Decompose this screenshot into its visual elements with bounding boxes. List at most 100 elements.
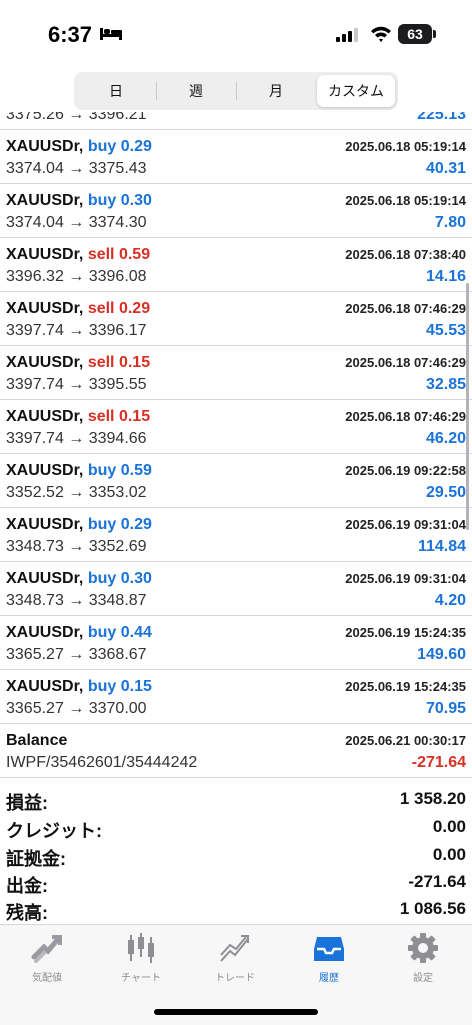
trade-row[interactable]: XAUUSDr, sell 0.15 2025.06.18 07:46:29 339… bbox=[0, 400, 472, 454]
trade-row[interactable]: XAUUSDr, buy 0.29 2025.06.18 05:19:14 3374… bbox=[0, 130, 472, 184]
trade-row[interactable]: XAUUSDr, buy 0.59 2025.06.19 09:22:58 3352… bbox=[0, 454, 472, 508]
summary-withdrawal-value: -271.64 bbox=[408, 872, 466, 891]
trade-profit: 114.84 bbox=[417, 538, 466, 555]
trade-profit: 4.20 bbox=[434, 592, 466, 609]
balance-comment: IWPF/35462601/35444242 bbox=[6, 754, 198, 771]
trade-volume: 0.44 bbox=[120, 624, 152, 641]
trade-direction: sell bbox=[87, 246, 115, 263]
trade-row[interactable]: XAUUSDr, buy 0.44 2025.06.19 15:24:35 3365… bbox=[0, 616, 472, 670]
trade-profit: 45.53 bbox=[425, 322, 466, 339]
trade-prices: 3397.74 → 3394.66 bbox=[6, 430, 147, 447]
balance-row[interactable]: Balance 2025.06.21 00:30:17 IWPF/3546260… bbox=[0, 724, 472, 778]
segment-custom[interactable]: カスタム bbox=[317, 75, 395, 107]
trade-symbol-name: XAUUSDr, bbox=[6, 408, 84, 425]
history-icon bbox=[314, 937, 344, 961]
trade-profit: 14.16 bbox=[425, 268, 466, 285]
trade-prices: 3375.26 → 3396.21 bbox=[6, 112, 147, 123]
trade-volume: 0.59 bbox=[118, 246, 151, 263]
trade-row[interactable]: XAUUSDr, buy 0.29 2025.06.19 09:31:04 3348… bbox=[0, 508, 472, 562]
battery-icon: 63 bbox=[398, 24, 432, 44]
tab-quotes[interactable]: 気配値 bbox=[0, 931, 94, 984]
trade-volume: 0.30 bbox=[120, 570, 152, 587]
trade-volume: 0.15 bbox=[118, 354, 151, 371]
trade-icon bbox=[220, 935, 249, 962]
trade-direction: buy bbox=[87, 570, 117, 587]
trade-datetime: 2025.06.18 05:19:14 bbox=[345, 139, 466, 154]
chart-icon bbox=[128, 933, 154, 963]
trade-symbol-name: XAUUSDr, bbox=[6, 462, 84, 479]
trade-row[interactable]: XAUUSDr, sell 0.15 2025.06.18 07:46:29 339… bbox=[0, 346, 472, 400]
status-bar: 6:37 63 bbox=[0, 0, 472, 62]
settings-icon bbox=[408, 933, 438, 963]
trade-volume: 0.15 bbox=[118, 408, 151, 425]
trade-volume: 0.15 bbox=[120, 678, 152, 695]
scrollbar[interactable] bbox=[466, 283, 469, 530]
summary-withdrawal-label: 出金: bbox=[6, 876, 48, 896]
trade-direction: sell bbox=[87, 408, 115, 425]
trade-volume: 0.29 bbox=[120, 516, 152, 533]
trade-direction: buy bbox=[87, 192, 117, 209]
trade-row[interactable]: XAUUSDr, sell 0.29 2025.06.18 07:46:29 339… bbox=[0, 292, 472, 346]
tab-history-label: 履歴 bbox=[319, 973, 339, 984]
tab-history[interactable]: 履歴 bbox=[282, 931, 376, 984]
tab-trade-label: トレード bbox=[215, 973, 255, 984]
trade-symbol: XAUUSDr, sell 0.15 bbox=[6, 408, 150, 426]
trade-prices: 3397.74 → 3396.17 bbox=[6, 322, 147, 339]
trade-direction: buy bbox=[87, 516, 117, 533]
trade-prices: 3374.04 → 3374.30 bbox=[6, 214, 147, 231]
trade-prices: 3365.27 → 3370.00 bbox=[6, 700, 147, 717]
trade-profit: 70.95 bbox=[425, 700, 466, 717]
trade-datetime: 2025.06.19 09:22:58 bbox=[345, 463, 466, 478]
trade-row[interactable]: XAUUSDr, buy 0.30 2025.06.19 09:31:04 3348… bbox=[0, 562, 472, 616]
summary-credit-value: 0.00 bbox=[432, 817, 466, 836]
segment-month[interactable]: 月 bbox=[237, 75, 315, 107]
trade-symbol-name: XAUUSDr, bbox=[6, 246, 84, 263]
trade-row[interactable]: XAUUSDr, buy 0.30 2025.06.18 05:19:14 3374… bbox=[0, 184, 472, 238]
tab-chart[interactable]: チャート bbox=[94, 931, 188, 984]
trade-symbol: XAUUSDr, buy 0.44 bbox=[6, 624, 152, 642]
trade-datetime: 2025.06.18 07:46:29 bbox=[345, 301, 466, 316]
trade-datetime: 2025.06.19 15:24:35 bbox=[345, 625, 466, 640]
trade-direction: buy bbox=[87, 462, 117, 479]
summary-profit-value: 1 358.20 bbox=[399, 789, 466, 808]
trade-datetime: 2025.06.19 09:31:04 bbox=[345, 517, 466, 532]
trade-symbol: XAUUSDr, sell 0.29 bbox=[6, 300, 150, 318]
segment-day[interactable]: 日 bbox=[77, 75, 155, 107]
trade-symbol-name: XAUUSDr, bbox=[6, 192, 84, 209]
trade-datetime: 2025.06.18 05:19:14 bbox=[345, 193, 466, 208]
trade-volume: 0.29 bbox=[120, 138, 152, 155]
summary-deposit-label: 証拠金: bbox=[6, 849, 66, 869]
status-time: 6:37 bbox=[48, 22, 93, 47]
trade-row[interactable]: XAUUSDr, buy 0.15 2025.06.19 15:24:35 3365… bbox=[0, 670, 472, 724]
trade-symbol: XAUUSDr, buy 0.30 bbox=[6, 192, 152, 210]
trade-datetime: 2025.06.19 15:24:35 bbox=[345, 679, 466, 694]
trade-profit: 46.20 bbox=[425, 430, 466, 447]
trade-volume: 0.29 bbox=[118, 300, 151, 317]
trade-profit: 40.31 bbox=[425, 160, 466, 177]
trade-symbol-name: XAUUSDr, bbox=[6, 624, 84, 641]
trade-profit: 7.80 bbox=[434, 214, 466, 231]
trade-symbol-name: XAUUSDr, bbox=[6, 516, 84, 533]
trade-volume: 0.30 bbox=[120, 192, 152, 209]
trade-prices: 3348.73 → 3348.87 bbox=[6, 592, 147, 609]
trade-prices: 3397.74 → 3395.55 bbox=[6, 376, 147, 393]
tab-settings-label: 設定 bbox=[413, 973, 433, 984]
quotes-icon bbox=[31, 935, 62, 963]
tab-trade[interactable]: トレード bbox=[188, 931, 282, 984]
trade-symbol: XAUUSDr, sell 0.59 bbox=[6, 246, 150, 264]
trade-symbol: XAUUSDr, buy 0.59 bbox=[6, 462, 152, 480]
summary-profit-label: 損益: bbox=[6, 793, 48, 813]
balance-amount: -271.64 bbox=[411, 754, 466, 771]
partial-trade-row[interactable]: 3375.26 → 3396.21 225.13 bbox=[0, 112, 472, 130]
trade-symbol-name: XAUUSDr, bbox=[6, 300, 84, 317]
history-list[interactable]: 3375.26 → 3396.21 225.13 XAUUSDr, buy 0.… bbox=[0, 112, 472, 924]
trade-profit: 225.13 bbox=[417, 112, 466, 123]
segment-week[interactable]: 週 bbox=[157, 75, 235, 107]
summary-balance-value: 1 086.56 bbox=[399, 899, 466, 918]
trade-direction: sell bbox=[87, 354, 115, 371]
summary-deposit-value: 0.00 bbox=[432, 845, 466, 864]
tab-settings[interactable]: 設定 bbox=[376, 931, 470, 984]
trade-prices: 3352.52 → 3353.02 bbox=[6, 484, 147, 501]
trade-profit: 29.50 bbox=[425, 484, 466, 501]
trade-row[interactable]: XAUUSDr, sell 0.59 2025.06.18 07:38:40 339… bbox=[0, 238, 472, 292]
